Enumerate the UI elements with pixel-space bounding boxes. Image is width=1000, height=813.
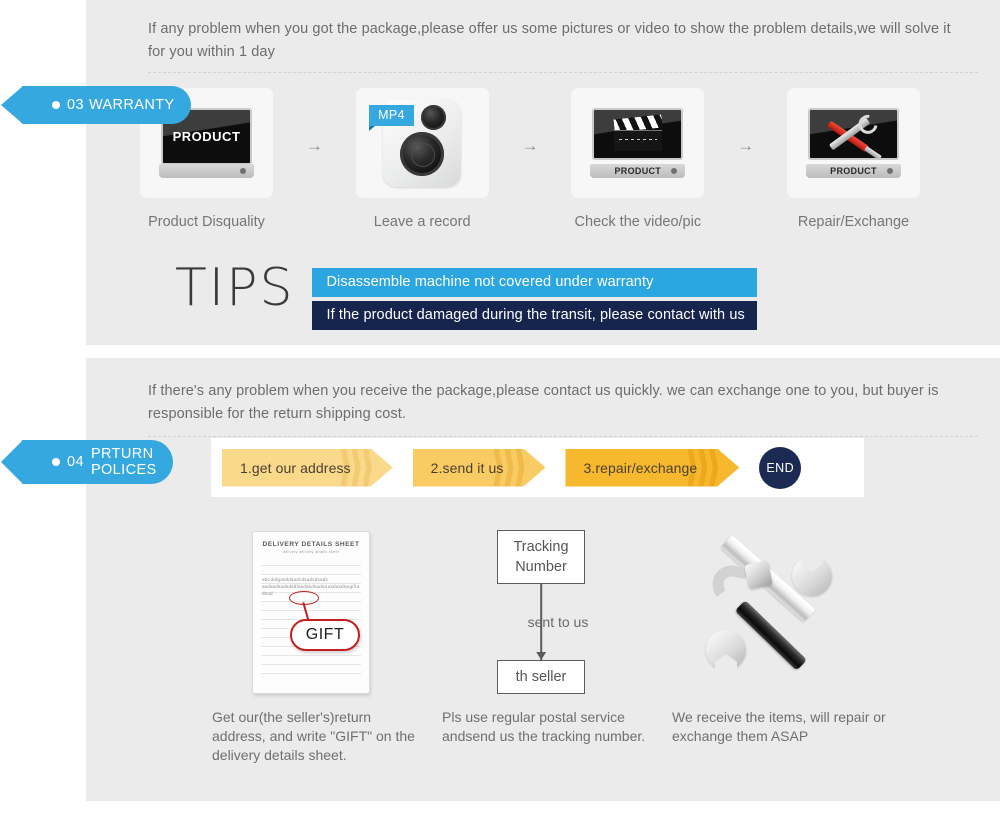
bullet-dot-icon [52, 101, 60, 109]
return-column-address: DELIVERY DETAILS SHEET delivery delivery… [196, 522, 426, 765]
delivery-details-sheet-icon: DELIVERY DETAILS SHEET delivery delivery… [252, 530, 370, 694]
step-tile: MP4 [355, 88, 489, 198]
warranty-step-3: PRODUCT Check the video/pic [571, 88, 705, 230]
step-arrow-icon: → [521, 136, 539, 155]
return-column-repair: We receive the items, will repair or exc… [656, 522, 886, 765]
clapperboard-icon [613, 114, 663, 151]
return-intro-text: If there's any problem when you receive … [148, 383, 939, 422]
step-tile: PRODUCT [571, 88, 705, 198]
tip-bar-warranty-note: Disassemble machine not covered under wa… [312, 268, 757, 297]
tracking-arrow-label: sent to us [527, 614, 589, 630]
badge-label-line1: PRTURN [90, 446, 154, 462]
warranty-step-2: MP4 Leave a record [355, 88, 489, 230]
return-column-tracking: Tracking Number sent to us th seller Pls… [426, 522, 656, 765]
badge-number: 04 [67, 454, 84, 470]
section-badge-warranty[interactable]: 03 WARRANTY [1, 86, 191, 124]
mp4-ribbon-label: MP4 [369, 105, 414, 131]
tip-bar-transit-note: If the product damaged during the transi… [312, 301, 757, 330]
step-arrow-icon: → [305, 136, 323, 155]
monitor-clapperboard-icon: PRODUCT [590, 108, 686, 178]
bullet-dot-icon [52, 458, 60, 466]
tracking-arrow-group: sent to us [466, 584, 616, 660]
hammer-wrench-icon [696, 534, 846, 678]
step-label: Repair/Exchange [797, 214, 910, 230]
camera-main-lens-icon [400, 132, 445, 176]
flow-step-label: 1.get our address [240, 459, 351, 476]
delivery-sheet-art: DELIVERY DETAILS SHEET delivery delivery… [196, 522, 426, 702]
sheet-title: DELIVERY DETAILS SHEET [262, 540, 360, 548]
step-tile: PRODUCT [786, 88, 920, 198]
tips-block: TIPS Disassemble machine not covered und… [175, 262, 757, 330]
badge-arrow-shape [1, 86, 23, 124]
flow-step-2[interactable]: 2.send it us [413, 448, 546, 487]
seller-box: th seller [497, 660, 585, 694]
flow-step-label: 2.send it us [430, 459, 504, 476]
wrench-head-bottom-icon [706, 630, 746, 670]
tips-bars: Disassemble machine not covered under wa… [312, 268, 757, 330]
badge-label: WARRANTY [88, 97, 175, 113]
monitor-screen-text: PRODUCT [172, 129, 241, 144]
tracking-number-flow-diagram: Tracking Number sent to us th seller [466, 530, 616, 694]
gift-callout-label: GIFT [290, 618, 360, 651]
warranty-steps-row: PRODUCT Product Disquality → MP4 Leave a… [140, 88, 920, 230]
camera-mp4-icon: MP4 [369, 99, 462, 187]
camera-small-lens-icon [421, 105, 447, 130]
monitor-led-icon [240, 168, 246, 174]
monitor-screen [592, 108, 684, 160]
section-badge-return-polices[interactable]: 04 PRTURN POLICES [1, 440, 173, 484]
warranty-step-4: PRODUCT Repair/Exchange [786, 88, 920, 230]
flow-step-1[interactable]: 1.get our address [222, 448, 393, 487]
monitor-tools-icon: PRODUCT [805, 108, 901, 178]
screwdriver-wrench-icon [825, 114, 881, 154]
clapper-body-icon [613, 130, 662, 151]
badge-number: 03 [67, 97, 84, 113]
tips-heading: TIPS [175, 258, 295, 318]
warranty-intro-text: If any problem when you got the package,… [148, 21, 951, 60]
return-divider [148, 436, 978, 437]
step-label: Check the video/pic [574, 214, 702, 230]
monitor-screen [807, 108, 899, 160]
flow-end-badge: END [759, 446, 802, 489]
wrench-head-top-icon [792, 556, 832, 596]
tracking-flow-art: Tracking Number sent to us th seller [426, 522, 656, 702]
warranty-divider [148, 72, 978, 73]
return-column-caption: Get our(the seller's)return address, and… [212, 709, 415, 763]
flow-step-label: 3.repair/exchange [583, 459, 698, 476]
monitor-base-text: PRODUCT [830, 166, 877, 176]
step-label: Product Disquality [148, 214, 265, 230]
tracking-number-box: Tracking Number [497, 530, 585, 584]
monitor-led-icon [886, 168, 893, 174]
panel-gap-spacer [86, 345, 1000, 358]
return-flow-strip: 1.get our address 2.send it us 3.repair/… [211, 438, 864, 497]
badge-label-lines: PRTURN POLICES [91, 446, 157, 478]
tools-art [656, 522, 886, 702]
step-label: Leave a record [373, 214, 471, 230]
flow-step-3[interactable]: 3.repair/exchange [565, 448, 739, 487]
badge-label-line2: POLICES [90, 462, 157, 478]
warranty-return-infographic: If any problem when you got the package,… [0, 0, 1000, 813]
monitor-base-text: PRODUCT [614, 166, 662, 176]
return-column-caption: We receive the items, will repair or exc… [672, 709, 886, 744]
return-detail-columns: DELIVERY DETAILS SHEET delivery delivery… [196, 522, 886, 765]
return-column-caption: Pls use regular postal service andsend u… [442, 709, 646, 744]
step-arrow-icon: → [737, 136, 755, 155]
sheet-subtitle: delivery delivery details sheet [282, 549, 340, 554]
badge-arrow-shape [1, 440, 23, 484]
